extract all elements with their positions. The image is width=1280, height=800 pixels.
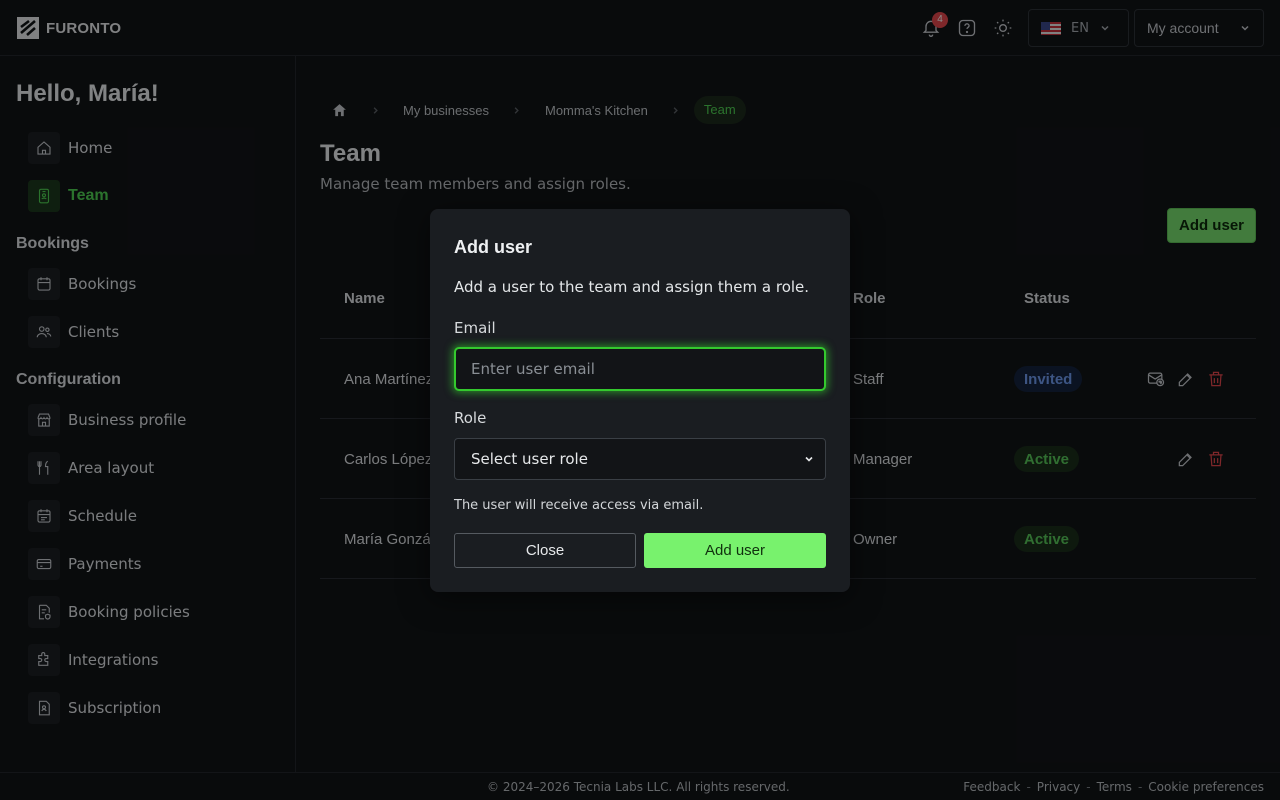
role-select[interactable]: Select user role: [454, 438, 826, 480]
role-select-value: Select user role: [471, 450, 588, 468]
submit-add-user-button[interactable]: Add user: [644, 533, 826, 568]
email-label: Email: [454, 319, 496, 337]
dialog-title: Add user: [454, 237, 533, 257]
email-input[interactable]: [454, 347, 826, 391]
dialog-note: The user will receive access via email.: [454, 498, 704, 513]
role-label: Role: [454, 409, 487, 427]
chevron-down-icon: [805, 456, 813, 462]
add-user-dialog: Add user Add a user to the team and assi…: [430, 209, 850, 592]
close-button[interactable]: Close: [454, 533, 636, 568]
dialog-description: Add a user to the team and assign them a…: [454, 278, 810, 296]
